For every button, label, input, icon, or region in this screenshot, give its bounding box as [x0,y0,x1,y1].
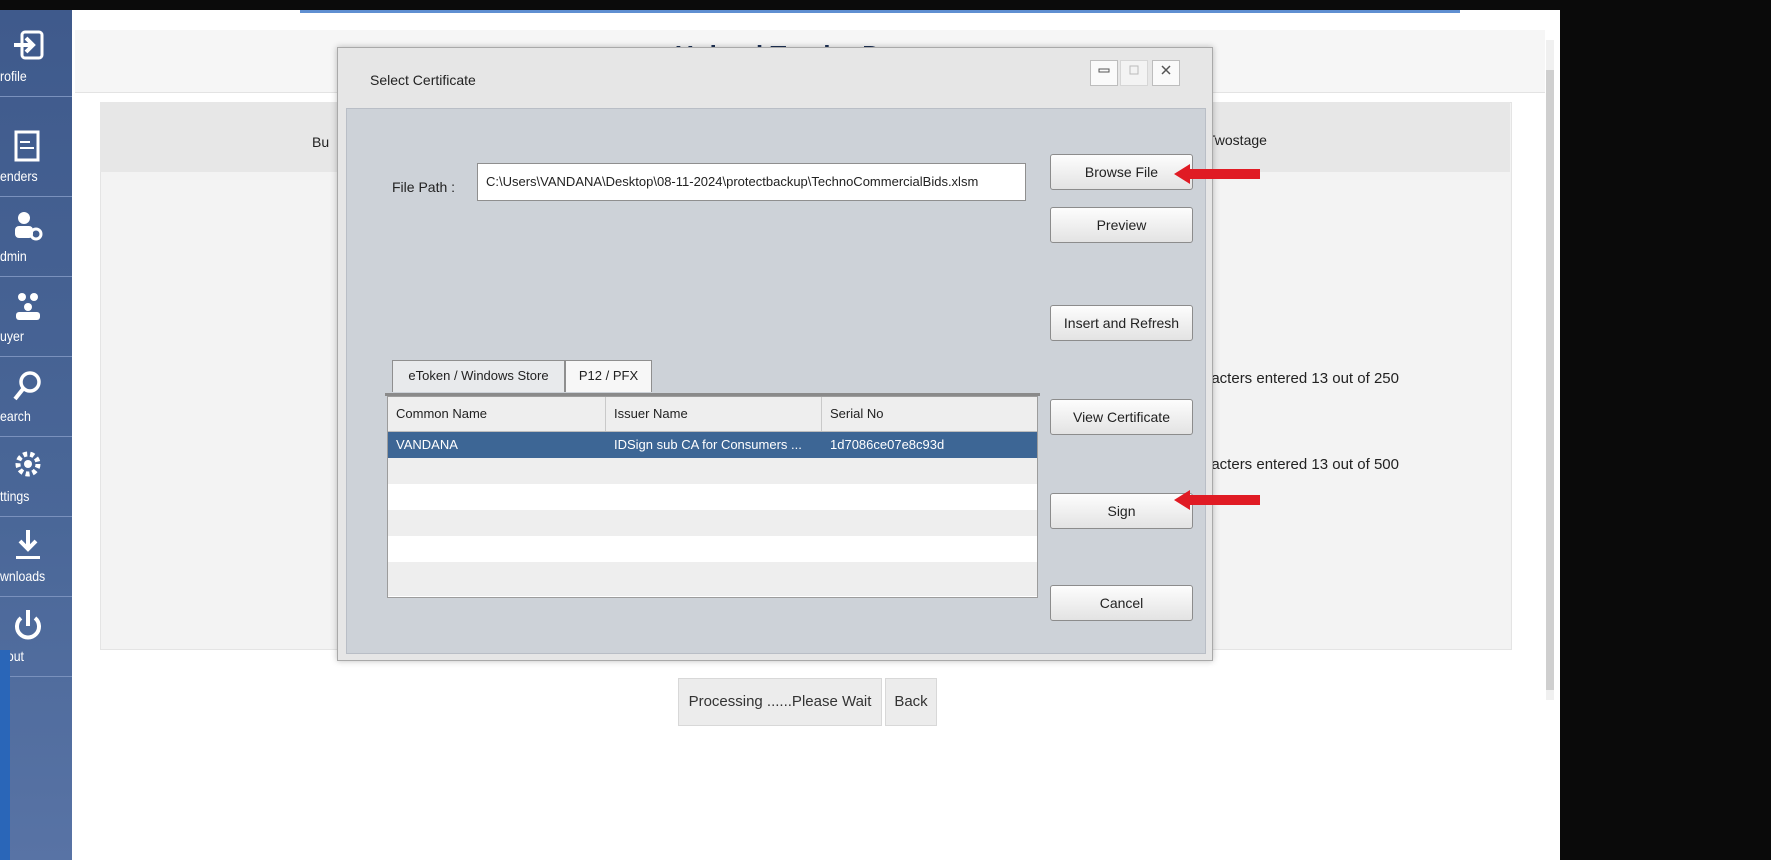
char-count-1: aracters entered 13 out of 250 [1198,370,1399,387]
red-arrow-sign [1174,490,1260,510]
window-controls [1082,60,1202,88]
sidebar-item-profile[interactable]: rofile [0,18,72,97]
admin-user-icon [15,212,43,241]
tab-p12-pfx[interactable]: P12 / PFX [565,360,652,392]
sidebar-item-label: rofile [0,68,27,84]
cell-issuer-name: IDSign sub CA for Consumers ... [614,437,802,452]
table-header: Common Name Issuer Name Serial No [388,397,1037,432]
power-icon [15,610,41,640]
close-icon [1161,65,1171,75]
document-icon [14,130,40,162]
top-accent-line [300,10,1460,13]
processing-button[interactable]: Processing ......Please Wait [678,678,882,726]
minimize-icon [1098,68,1110,73]
gear-icon [15,451,41,477]
sidebar-item-downloads[interactable]: wnloads [0,518,72,597]
download-icon [16,530,40,559]
file-path-field[interactable]: C:\Users\VANDANA\Desktop\08-11-2024\prot… [477,163,1026,201]
tender-type-fragment: Twostage [1207,132,1267,148]
cancel-button[interactable]: Cancel [1050,585,1193,621]
maximize-button[interactable] [1120,60,1148,86]
sidebar-item-label: dmin [0,248,27,264]
sidebar-item-admin[interactable]: dmin [0,198,72,277]
table-row[interactable]: VANDANA IDSign sub CA for Consumers ... … [388,432,1037,458]
sign-in-icon [14,30,44,60]
column-issuer-name[interactable]: Issuer Name [606,397,822,431]
red-arrow-browse [1174,164,1260,184]
insert-refresh-button[interactable]: Insert and Refresh [1050,305,1193,341]
close-button[interactable] [1152,60,1180,86]
cell-common-name: VANDANA [396,437,458,452]
search-icon [13,371,41,401]
sidebar-item-settings[interactable]: ttings [0,438,72,517]
sidebar-item-label: ttings [0,488,30,504]
char-count-2: aracters entered 13 out of 500 [1198,456,1399,473]
select-certificate-dialog: Select Certificate File Path : C:\Users\… [337,47,1213,661]
sidebar-item-label: uyer [0,328,24,344]
tab-etoken-windows-store[interactable]: eToken / Windows Store [392,360,565,392]
file-path-label: File Path : [392,179,456,195]
buyer-label-fragment: Bu [312,134,330,150]
maximize-icon [1129,65,1139,75]
group-icon [16,293,40,320]
minimize-button[interactable] [1090,60,1118,86]
column-common-name[interactable]: Common Name [388,397,606,431]
sidebar-item-logout[interactable]: gout [0,598,72,677]
sidebar-item-buyer[interactable]: uyer [0,278,72,357]
certificate-table: Common Name Issuer Name Serial No VANDAN… [387,396,1038,598]
view-certificate-button[interactable]: View Certificate [1050,399,1193,435]
table-row-empty [388,484,1037,510]
table-row-empty [388,536,1037,562]
column-serial-no[interactable]: Serial No [822,397,1037,431]
sidebar-item-search[interactable]: earch [0,358,72,437]
cell-serial-no: 1d7086ce07e8c93d [830,437,945,452]
sidebar: rofile enders dmin uyer earch ttings wnl… [0,10,72,860]
dialog-title: Select Certificate [370,72,476,88]
sidebar-accent [0,650,10,860]
table-row-empty [388,510,1037,536]
preview-button[interactable]: Preview [1050,207,1193,243]
browser-screen: rofile enders dmin uyer earch ttings wnl… [0,10,1560,860]
sidebar-item-tenders[interactable]: enders [0,118,72,197]
table-row-empty [388,562,1037,596]
back-button[interactable]: Back [885,678,937,726]
right-dark-strip [1560,0,1771,860]
page-scrollbar-thumb[interactable] [1546,70,1554,690]
sidebar-item-label: wnloads [0,568,46,584]
table-row-empty [388,458,1037,484]
dialog-body: File Path : C:\Users\VANDANA\Desktop\08-… [346,108,1206,654]
sidebar-item-label: earch [0,408,31,424]
sidebar-item-label: enders [0,168,38,184]
